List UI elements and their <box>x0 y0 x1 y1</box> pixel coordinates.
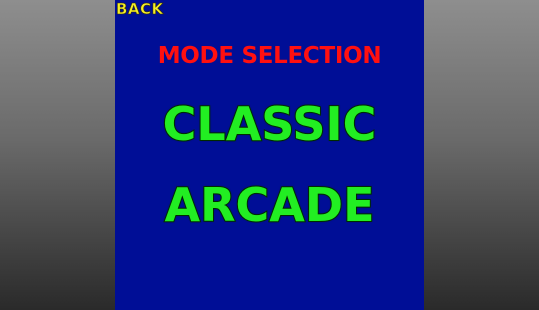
arcade-mode-button[interactable]: ARCADE <box>115 177 424 233</box>
right-side-bar <box>424 0 539 310</box>
mode-selection-title: MODE SELECTION <box>157 43 382 69</box>
classic-mode-button[interactable]: CLASSIC <box>115 96 424 152</box>
left-side-bar <box>0 0 115 310</box>
back-button[interactable]: BACK <box>116 0 164 19</box>
